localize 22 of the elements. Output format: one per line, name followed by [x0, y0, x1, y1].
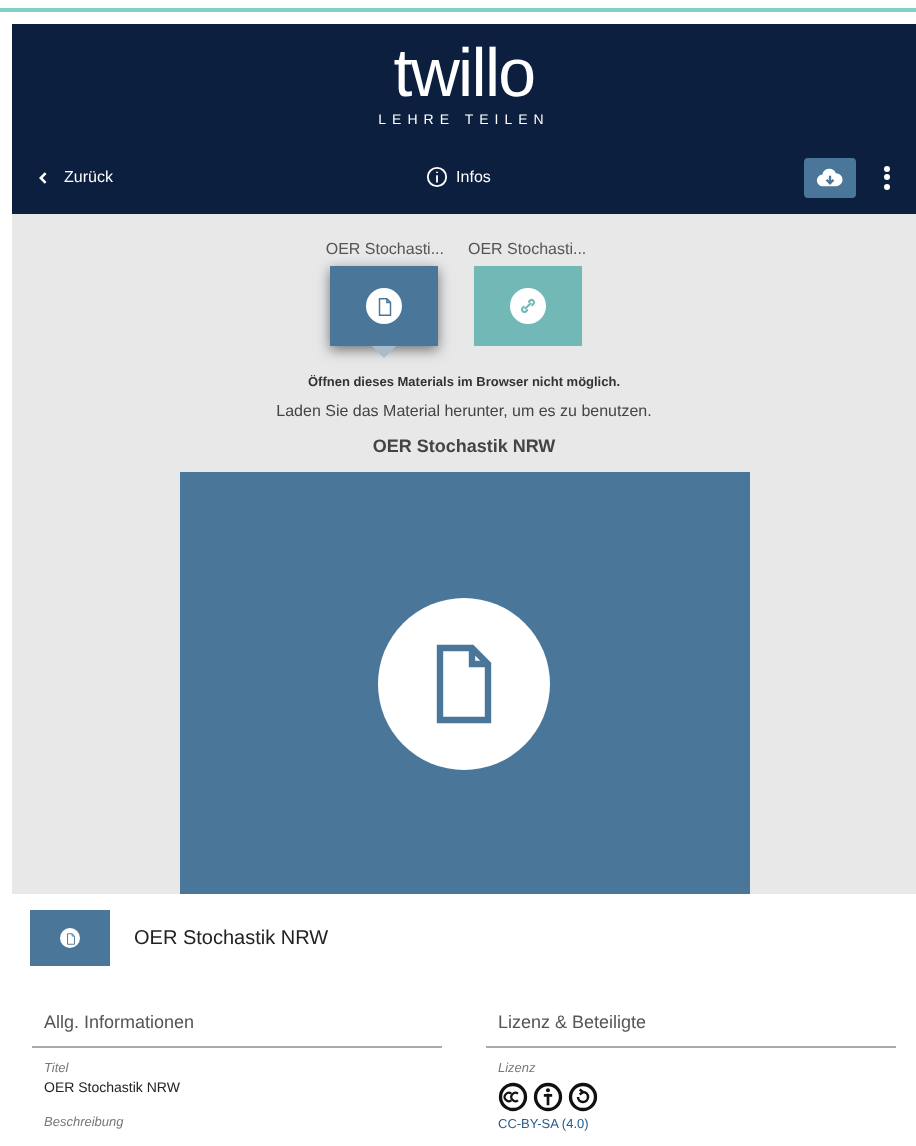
section-heading: Lizenz & Beteiligte	[496, 1010, 649, 1036]
material-thumbnail[interactable]	[330, 266, 439, 346]
document-icon	[373, 295, 396, 317]
item-title: OER Stochastik NRW	[134, 925, 329, 953]
info-button[interactable]: Infos	[426, 165, 491, 189]
thumbnail-label: OER Stochasti...	[468, 238, 587, 262]
document-icon	[63, 931, 77, 945]
download-button[interactable]	[804, 157, 856, 197]
cc-by-sa-license-icon	[498, 1082, 598, 1113]
hint-text: Laden Sie das Material herunter, um es zu benutzen.	[276, 399, 652, 424]
more-menu-button[interactable]	[880, 163, 892, 191]
preview-title: OER Stochastik NRW	[372, 433, 556, 460]
back-button[interactable]: Zurück	[36, 165, 113, 189]
logo[interactable]: twillo	[393, 40, 535, 108]
info-icon	[426, 166, 449, 188]
thumbnail-label: OER Stochasti...	[325, 238, 444, 262]
chevron-left-icon	[36, 169, 52, 185]
section-heading: Allg. Informationen	[42, 1010, 197, 1036]
link-icon	[517, 296, 538, 316]
cloud-download-icon	[816, 167, 844, 187]
material-thumbnail[interactable]	[473, 266, 582, 346]
selection-pointer-icon	[372, 346, 397, 358]
